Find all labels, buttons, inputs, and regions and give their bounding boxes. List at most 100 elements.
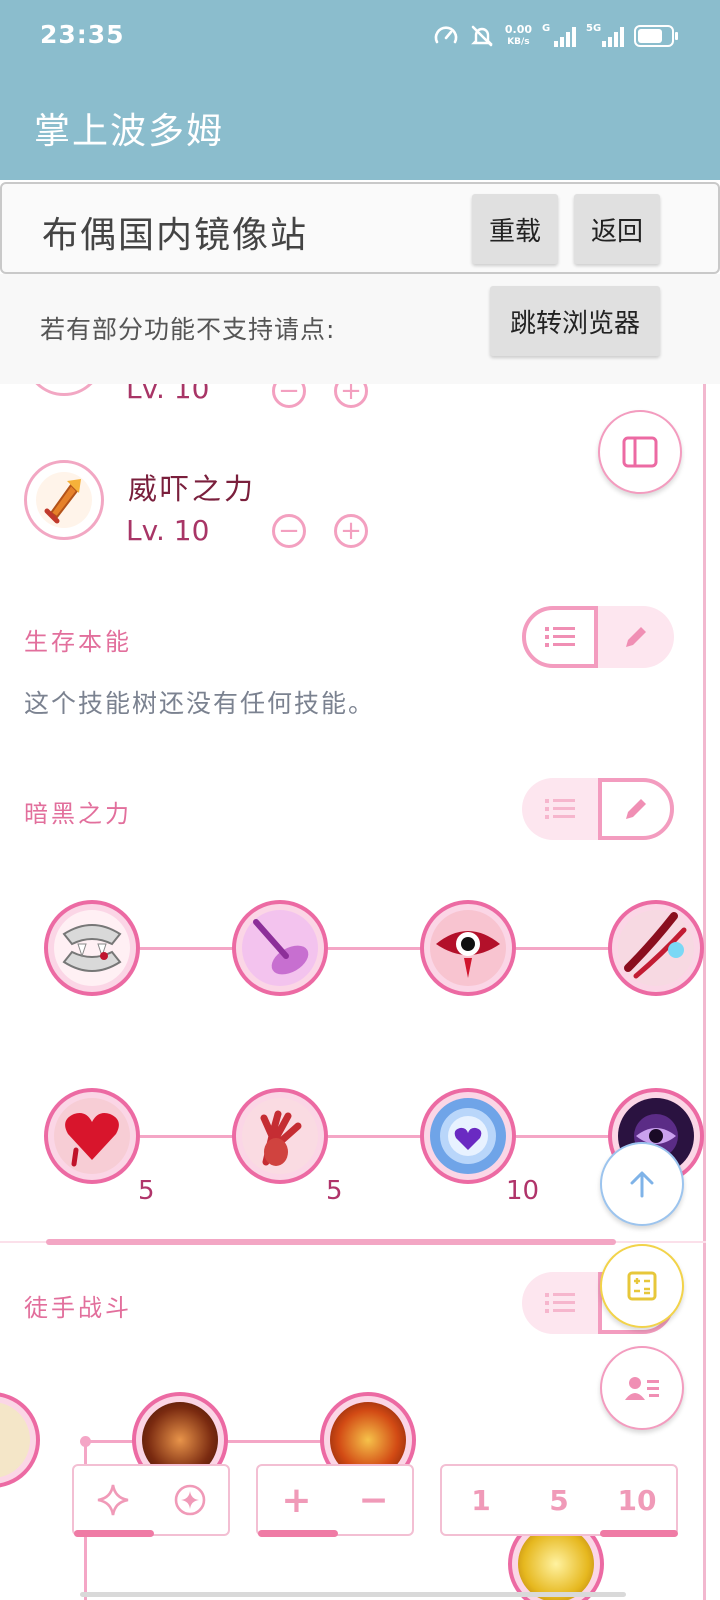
- back-button[interactable]: 返回: [574, 194, 660, 264]
- status-bar: 23:35 0.00 KB/s G 5G: [0, 0, 720, 76]
- compass-mode-button[interactable]: [155, 1470, 225, 1530]
- list-icon: [545, 1293, 575, 1313]
- step-option-1[interactable]: 1: [446, 1470, 516, 1530]
- skill-node-bleeding-eye[interactable]: [420, 900, 516, 996]
- app-bar: 掌上波多姆: [0, 76, 720, 180]
- edit-view-button[interactable]: [598, 778, 674, 840]
- list-view-button[interactable]: [522, 778, 598, 840]
- purple-heart-icon: [430, 1098, 506, 1174]
- skill-node-claw-hand[interactable]: [232, 1088, 328, 1184]
- signal-1-label: G: [542, 23, 551, 34]
- step-selector[interactable]: 1 5 10: [440, 1464, 678, 1536]
- scroll-rail: [703, 384, 706, 1600]
- list-view-button[interactable]: [522, 606, 598, 668]
- skill-level: Lv. 10: [126, 514, 210, 547]
- list-icon: [545, 627, 575, 647]
- sparkle-mode-button[interactable]: [78, 1470, 148, 1530]
- section-title-survival: 生存本能: [24, 628, 132, 656]
- skill-level: Lv. 10: [126, 384, 210, 405]
- arrow-up-icon: [630, 1171, 654, 1198]
- claw-slash-icon: [618, 910, 694, 986]
- remove-mode-button[interactable]: −: [339, 1470, 409, 1530]
- add-remove-selector[interactable]: + −: [256, 1464, 414, 1536]
- mode-selector-indicator: [74, 1530, 154, 1537]
- fist-icon: [0, 1402, 30, 1478]
- section-title-unarmed: 徒手战斗: [24, 1294, 132, 1322]
- sparkle-icon: [97, 1484, 128, 1516]
- mirror-site-name: 布偶国内镜像站: [42, 215, 309, 256]
- list-icon: [545, 799, 575, 819]
- step-option-10[interactable]: 10: [602, 1470, 672, 1530]
- net-speed-unit: KB/s: [507, 37, 530, 47]
- skill-icon-intimidate[interactable]: [24, 460, 104, 540]
- contact-card-icon: [625, 1377, 659, 1400]
- status-time: 23:35: [40, 20, 125, 49]
- speedometer-icon: [434, 26, 458, 44]
- skill-name: 威吓之力: [128, 472, 257, 506]
- app-title: 掌上波多姆: [34, 111, 225, 152]
- eye-icon: [430, 910, 506, 986]
- level-increase-button[interactable]: +: [334, 514, 368, 548]
- skill-node-bleeding-heart[interactable]: [44, 1088, 140, 1184]
- horizontal-scrollbar[interactable]: [46, 1239, 616, 1245]
- calculator-button[interactable]: [600, 1244, 684, 1328]
- hand-claw-icon: [242, 1098, 318, 1174]
- edit-view-button[interactable]: [598, 606, 674, 668]
- list-view-button[interactable]: [522, 1272, 598, 1334]
- skill-node-lollipop[interactable]: [232, 900, 328, 996]
- level-decrease-button[interactable]: −: [272, 514, 306, 548]
- character-info-button[interactable]: [600, 1346, 684, 1430]
- section-title-dark-power: 暗黑之力: [24, 800, 132, 828]
- panel-toggle-button[interactable]: [598, 410, 682, 494]
- skill-node-level: 5: [138, 1176, 155, 1206]
- bell-muted-icon: [470, 25, 493, 47]
- tree-link-dot: [80, 1436, 91, 1447]
- net-speed: 0.00 KB/s: [505, 24, 532, 48]
- level-decrease-button[interactable]: −: [272, 384, 306, 408]
- compass-icon: [174, 1484, 205, 1516]
- tree-link: [328, 1135, 423, 1138]
- net-speed-value: 0.00: [504, 23, 532, 36]
- skill-tree-content[interactable]: Lv. 10 − + 威吓之力 Lv. 10 − + 生存本能 这个技能树还没有…: [0, 384, 720, 1600]
- pencil-icon: [626, 799, 646, 819]
- wand-icon: [242, 910, 318, 986]
- notice-bar: 若有部分功能不支持请点: 跳转浏览器: [0, 274, 720, 384]
- battery-icon: [634, 25, 678, 47]
- calculator-icon: [627, 1271, 657, 1301]
- app-screen: 23:35 0.00 KB/s G 5G 掌上波多姆 布偶国内镜像站 重载 返回…: [0, 0, 720, 1600]
- pencil-icon: [626, 627, 646, 647]
- reload-button[interactable]: 重载: [472, 194, 558, 264]
- add-remove-indicator: [258, 1530, 338, 1537]
- skill-node-fangs[interactable]: [44, 900, 140, 996]
- step-selector-indicator: [600, 1530, 678, 1537]
- step-option-5[interactable]: 5: [524, 1470, 594, 1530]
- mirror-bar: 布偶国内镜像站 重载 返回: [0, 182, 720, 274]
- scroll-to-top-button[interactable]: [600, 1142, 684, 1226]
- open-browser-button[interactable]: 跳转浏览器: [490, 286, 660, 356]
- golden-burst-icon: [518, 1526, 594, 1600]
- view-mode-toggle[interactable]: [522, 778, 674, 840]
- empty-skill-tree-text: 这个技能树还没有任何技能。: [24, 689, 376, 718]
- level-increase-button[interactable]: +: [334, 384, 368, 408]
- tree-link: [328, 947, 423, 950]
- skill-icon[interactable]: [24, 384, 104, 396]
- tree-link: [516, 947, 611, 950]
- skill-node-level: 10: [506, 1176, 540, 1206]
- sidebar-panel-icon: [622, 436, 658, 468]
- tree-link: [140, 1135, 235, 1138]
- skill-node-purple-heart[interactable]: [420, 1088, 516, 1184]
- mode-selector[interactable]: [72, 1464, 230, 1536]
- skill-node-dark-slash[interactable]: [608, 900, 704, 996]
- heart-icon: [54, 1098, 130, 1174]
- tree-link: [516, 1135, 611, 1138]
- tree-link: [140, 947, 235, 950]
- add-mode-button[interactable]: +: [262, 1470, 332, 1530]
- fangs-icon: [54, 910, 130, 986]
- sword-icon: [36, 472, 92, 528]
- status-icons: 0.00 KB/s G 5G: [433, 18, 678, 54]
- signal-5g-icon: 5G: [586, 23, 624, 47]
- skill-node-fist[interactable]: [0, 1392, 40, 1488]
- view-mode-toggle[interactable]: [522, 606, 674, 668]
- notice-text: 若有部分功能不支持请点:: [40, 315, 336, 344]
- signal-icon: G: [542, 23, 576, 47]
